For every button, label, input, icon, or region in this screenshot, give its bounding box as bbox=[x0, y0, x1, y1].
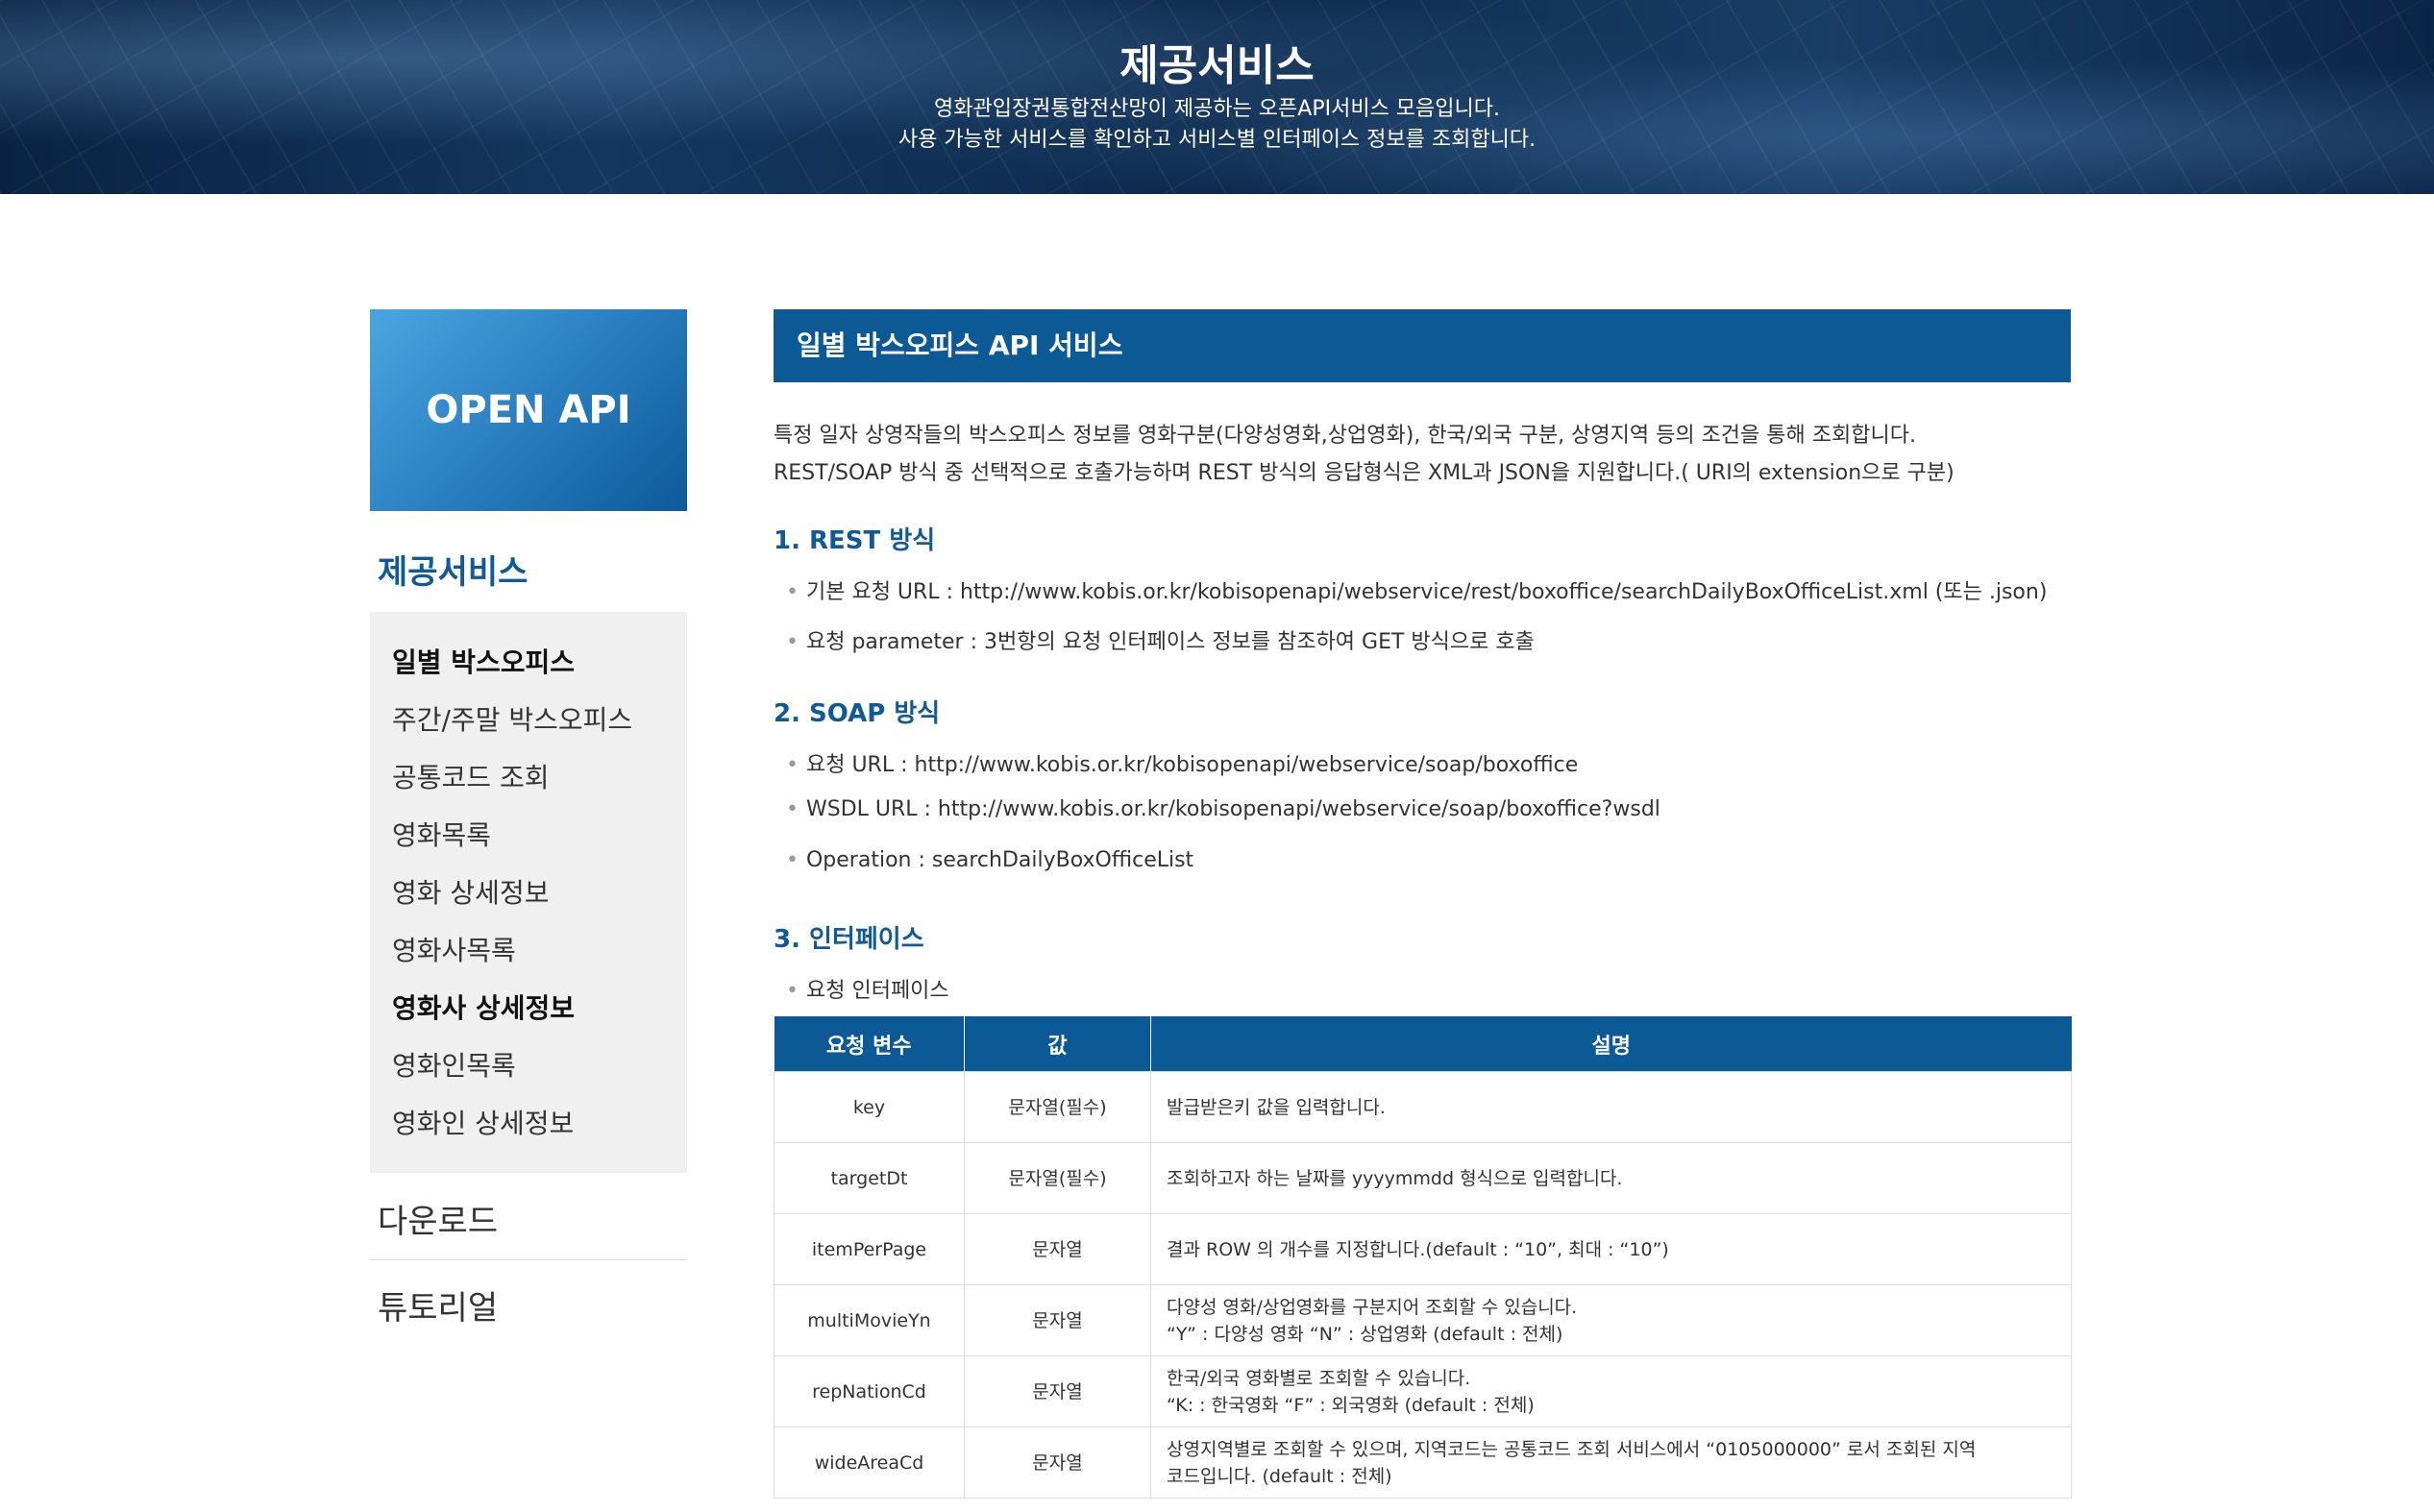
section-interface-title: 3. 인터페이스 bbox=[774, 925, 924, 954]
sidebar-item-common-code[interactable]: 공통코드 조회 bbox=[392, 759, 549, 797]
param-desc-line2: “K: : 한국영화 “F” : 외국영화 (default : 전체) bbox=[1167, 1394, 1535, 1416]
rest-item-url: • 기본 요청 URL : http://www.kobis.or.kr/kobi… bbox=[786, 574, 2047, 605]
param-desc-line2: “Y” : 다양성 영화 “N” : 상업영화 (default : 전체) bbox=[1167, 1323, 1563, 1345]
table-row: wideAreaCd 문자열 상영지역별로 조회할 수 있으며, 지역코드는 공… bbox=[774, 1427, 2072, 1499]
param-value: 문자열 bbox=[964, 1284, 1151, 1356]
table-row: repNationCd 문자열 한국/외국 영화별로 조회할 수 있습니다. “… bbox=[774, 1355, 2072, 1427]
bullet-dot-icon: • bbox=[786, 753, 799, 777]
sidebar-item-people-list[interactable]: 영화인목록 bbox=[392, 1047, 516, 1085]
intro-line1: 특정 일자 상영작들의 박스오피스 정보를 영화구분(다양성영화,상업영화), … bbox=[774, 424, 1916, 448]
intro-line2: REST/SOAP 방식 중 선택적으로 호출가능하며 REST 방식의 응답형… bbox=[774, 461, 1955, 485]
param-value: 문자열 bbox=[964, 1355, 1151, 1427]
param-value: 문자열 bbox=[964, 1427, 1151, 1499]
param-desc-line2: 코드입니다. (default : 전체) bbox=[1167, 1465, 1392, 1487]
request-interface-table: 요청 변수 값 설명 key 문자열(필수) 발급받은키 값을 입력합니다. t… bbox=[774, 1016, 2072, 1499]
param-desc: 한국/외국 영화별로 조회할 수 있습니다. “K: : 한국영화 “F” : … bbox=[1150, 1355, 2072, 1427]
soap-item-operation-text: Operation : searchDailyBoxOfficeList bbox=[805, 848, 1194, 872]
param-name: key bbox=[774, 1071, 965, 1143]
table-row: multiMovieYn 문자열 다양성 영화/상업영화를 구분지어 조회할 수… bbox=[774, 1284, 2072, 1356]
sidebar-item-movie-detail[interactable]: 영화 상세정보 bbox=[392, 874, 549, 913]
soap-item-url-text: 요청 URL : http://www.kobis.or.kr/kobisope… bbox=[805, 753, 1579, 777]
table-header-desc: 설명 bbox=[1150, 1016, 2072, 1072]
sidebar-menu: 일별 박스오피스 주간/주말 박스오피스 공통코드 조회 영화목록 영화 상세정… bbox=[370, 612, 687, 1173]
soap-item-url: • 요청 URL : http://www.kobis.or.kr/kobisop… bbox=[786, 747, 1578, 778]
bullet-dot-icon: • bbox=[786, 797, 799, 821]
rest-item-param: • 요청 parameter : 3번항의 요청 인터페이스 정보를 참조하여 G… bbox=[786, 624, 1535, 655]
intro-text: 특정 일자 상영작들의 박스오피스 정보를 영화구분(다양성영화,상업영화), … bbox=[774, 417, 2119, 492]
interface-sub: • 요청 인터페이스 bbox=[786, 973, 949, 1004]
soap-item-wsdl: • WSDL URL : http://www.kobis.or.kr/kobis… bbox=[786, 797, 1660, 821]
param-name: repNationCd bbox=[774, 1355, 965, 1427]
sidebar-item-movie-list[interactable]: 영화목록 bbox=[392, 817, 491, 855]
param-name: wideAreaCd bbox=[774, 1427, 965, 1499]
param-desc: 다양성 영화/상업영화를 구분지어 조회할 수 있습니다. “Y” : 다양성 … bbox=[1150, 1284, 2072, 1356]
sidebar-item-weekly-boxoffice[interactable]: 주간/주말 박스오피스 bbox=[392, 701, 632, 740]
sidebar-item-people-detail[interactable]: 영화인 상세정보 bbox=[392, 1105, 574, 1143]
table-row: targetDt 문자열(필수) 조회하고자 하는 날짜를 yyyymmdd 형… bbox=[774, 1142, 2072, 1214]
sidebar-download[interactable]: 다운로드 bbox=[378, 1195, 498, 1242]
hero-banner: 제공서비스 영화관입장권통합전산망이 제공하는 오픈API서비스 모음입니다. … bbox=[0, 0, 2434, 194]
param-name: multiMovieYn bbox=[774, 1284, 965, 1356]
param-name: targetDt bbox=[774, 1142, 965, 1214]
param-desc: 조회하고자 하는 날짜를 yyyymmdd 형식으로 입력합니다. bbox=[1150, 1142, 2072, 1214]
section-soap-title: 2. SOAP 방식 bbox=[774, 699, 941, 728]
rest-item-url-text: 기본 요청 URL : http://www.kobis.or.kr/kobis… bbox=[805, 580, 2048, 604]
bullet-dot-icon: • bbox=[786, 580, 799, 604]
table-header-row: 요청 변수 값 설명 bbox=[774, 1016, 2072, 1072]
soap-item-operation: • Operation : searchDailyBoxOfficeList bbox=[786, 848, 1193, 872]
param-name: itemPerPage bbox=[774, 1213, 965, 1285]
bullet-dot-icon: • bbox=[786, 630, 799, 654]
sidebar-item-daily-boxoffice[interactable]: 일별 박스오피스 bbox=[392, 644, 575, 682]
param-value: 문자열(필수) bbox=[964, 1071, 1151, 1143]
param-desc-line1: 조회하고자 하는 날짜를 yyyymmdd 형식으로 입력합니다. bbox=[1167, 1167, 1623, 1189]
main-header: 일별 박스오피스 API 서비스 bbox=[774, 309, 2071, 382]
param-value: 문자열 bbox=[964, 1213, 1151, 1285]
open-api-banner: OPEN API bbox=[370, 309, 687, 511]
hero-description: 영화관입장권통합전산망이 제공하는 오픈API서비스 모음입니다. 사용 가능한… bbox=[0, 94, 2434, 156]
param-value: 문자열(필수) bbox=[964, 1142, 1151, 1214]
param-desc: 결과 ROW 의 개수를 지정합니다.(default : “10”, 최대 :… bbox=[1150, 1213, 2072, 1285]
table-header-param: 요청 변수 bbox=[774, 1016, 965, 1072]
sidebar-tutorial[interactable]: 튜토리얼 bbox=[378, 1281, 498, 1329]
bullet-dot-icon: • bbox=[786, 979, 799, 1003]
sidebar-item-company-list[interactable]: 영화사목록 bbox=[392, 932, 516, 970]
table-header-value: 값 bbox=[964, 1016, 1151, 1072]
param-desc-line1: 발급받은키 값을 입력합니다. bbox=[1167, 1096, 1386, 1118]
hero-title: 제공서비스 bbox=[1119, 41, 1315, 90]
param-desc-line1: 다양성 영화/상업영화를 구분지어 조회할 수 있습니다. bbox=[1167, 1296, 1578, 1318]
param-desc-line1: 결과 ROW 의 개수를 지정합니다.(default : “10”, 최대 :… bbox=[1167, 1238, 1669, 1260]
param-desc: 상영지역별로 조회할 수 있으며, 지역코드는 공통코드 조회 서비스에서 “0… bbox=[1150, 1427, 2072, 1499]
table-row: key 문자열(필수) 발급받은키 값을 입력합니다. bbox=[774, 1071, 2072, 1143]
param-desc: 발급받은키 값을 입력합니다. bbox=[1150, 1071, 2072, 1143]
hero-desc-line1: 영화관입장권통합전산망이 제공하는 오픈API서비스 모음입니다. bbox=[933, 97, 1501, 121]
sidebar-divider bbox=[370, 1259, 687, 1260]
rest-item-param-text: 요청 parameter : 3번항의 요청 인터페이스 정보를 참조하여 GE… bbox=[805, 630, 1535, 654]
param-desc-line1: 한국/외국 영화별로 조회할 수 있습니다. bbox=[1167, 1367, 1471, 1389]
hero-desc-line2: 사용 가능한 서비스를 확인하고 서비스별 인터페이스 정보를 조회합니다. bbox=[897, 128, 1537, 152]
sidebar-item-company-detail[interactable]: 영화사 상세정보 bbox=[392, 989, 575, 1028]
interface-sub-text: 요청 인터페이스 bbox=[805, 979, 949, 1003]
table-row: itemPerPage 문자열 결과 ROW 의 개수를 지정합니다.(defa… bbox=[774, 1213, 2072, 1285]
sidebar-section-title[interactable]: 제공서비스 bbox=[378, 546, 528, 593]
param-desc-line1: 상영지역별로 조회할 수 있으며, 지역코드는 공통코드 조회 서비스에서 “0… bbox=[1167, 1438, 1977, 1460]
section-rest-title: 1. REST 방식 bbox=[774, 526, 936, 555]
soap-item-wsdl-text: WSDL URL : http://www.kobis.or.kr/kobiso… bbox=[805, 797, 1660, 821]
bullet-dot-icon: • bbox=[786, 848, 799, 872]
